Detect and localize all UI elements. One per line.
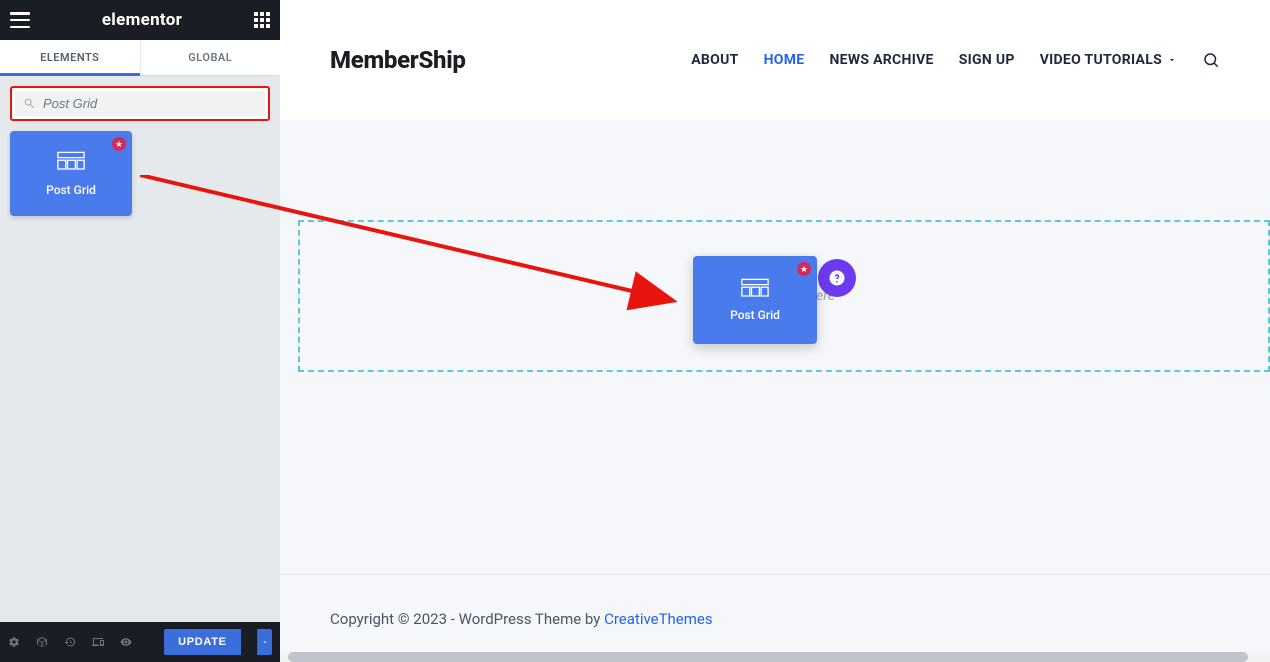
chevron-down-icon <box>1167 55 1177 65</box>
nav-home[interactable]: HOME <box>764 52 805 68</box>
nav-news[interactable]: NEWS ARCHIVE <box>829 52 933 68</box>
help-button[interactable] <box>818 259 856 297</box>
dragging-widget[interactable]: Post Grid <box>693 256 817 344</box>
canvas: Drag widget here <box>280 120 1270 574</box>
footer-text: Copyright © 2023 - WordPress Theme by Cr… <box>330 610 713 628</box>
tab-elements[interactable]: ELEMENTS <box>0 40 140 75</box>
footer-theme-link[interactable]: CreativeThemes <box>604 610 713 628</box>
site-nav: ABOUT HOME NEWS ARCHIVE SIGN UP VIDEO TU… <box>691 51 1220 69</box>
site-footer: Copyright © 2023 - WordPress Theme by Cr… <box>280 574 1270 662</box>
post-grid-icon <box>57 151 85 173</box>
widget-post-grid[interactable]: Post Grid <box>10 131 132 216</box>
pro-badge-icon <box>797 262 811 276</box>
widget-search-input[interactable] <box>43 96 257 111</box>
elementor-sidebar: elementor ELEMENTS GLOBAL <box>0 0 280 662</box>
sidebar-header: elementor <box>0 0 280 40</box>
settings-icon[interactable] <box>8 634 20 650</box>
responsive-icon[interactable] <box>92 634 104 650</box>
site-logo: MemberShip <box>330 46 466 74</box>
menu-icon[interactable] <box>10 12 30 28</box>
sidebar-tabs: ELEMENTS GLOBAL <box>0 40 280 76</box>
footer-copyright: Copyright © 2023 - WordPress Theme by <box>330 610 604 628</box>
nav-signup[interactable]: SIGN UP <box>959 52 1015 68</box>
nav-videos[interactable]: VIDEO TUTORIALS <box>1040 52 1177 68</box>
dragging-widget-label: Post Grid <box>730 308 780 322</box>
horizontal-scrollbar[interactable] <box>280 652 1270 662</box>
apps-grid-icon[interactable] <box>254 12 270 28</box>
sidebar-footer: UPDATE <box>0 622 280 662</box>
navigator-icon[interactable] <box>36 634 48 650</box>
pro-badge-icon <box>112 137 126 151</box>
widgets-panel: Post Grid <box>0 131 280 216</box>
tab-global[interactable]: GLOBAL <box>141 40 281 75</box>
post-grid-icon <box>741 278 769 300</box>
history-icon[interactable] <box>64 634 76 650</box>
site-header: MemberShip ABOUT HOME NEWS ARCHIVE SIGN … <box>280 0 1270 120</box>
widget-label: Post Grid <box>46 183 96 197</box>
preview-icon[interactable] <box>120 634 132 650</box>
elementor-logo: elementor <box>102 10 182 30</box>
nav-videos-label: VIDEO TUTORIALS <box>1040 52 1162 68</box>
update-button[interactable]: UPDATE <box>164 629 241 655</box>
search-box <box>10 86 270 121</box>
search-wrapper <box>0 76 280 131</box>
canvas-area: MemberShip ABOUT HOME NEWS ARCHIVE SIGN … <box>280 0 1270 662</box>
nav-about[interactable]: ABOUT <box>691 52 738 68</box>
update-options-button[interactable] <box>257 629 272 655</box>
nav-search-icon[interactable] <box>1202 51 1220 69</box>
drop-zone[interactable]: Drag widget here <box>298 220 1270 372</box>
search-icon <box>23 97 36 110</box>
